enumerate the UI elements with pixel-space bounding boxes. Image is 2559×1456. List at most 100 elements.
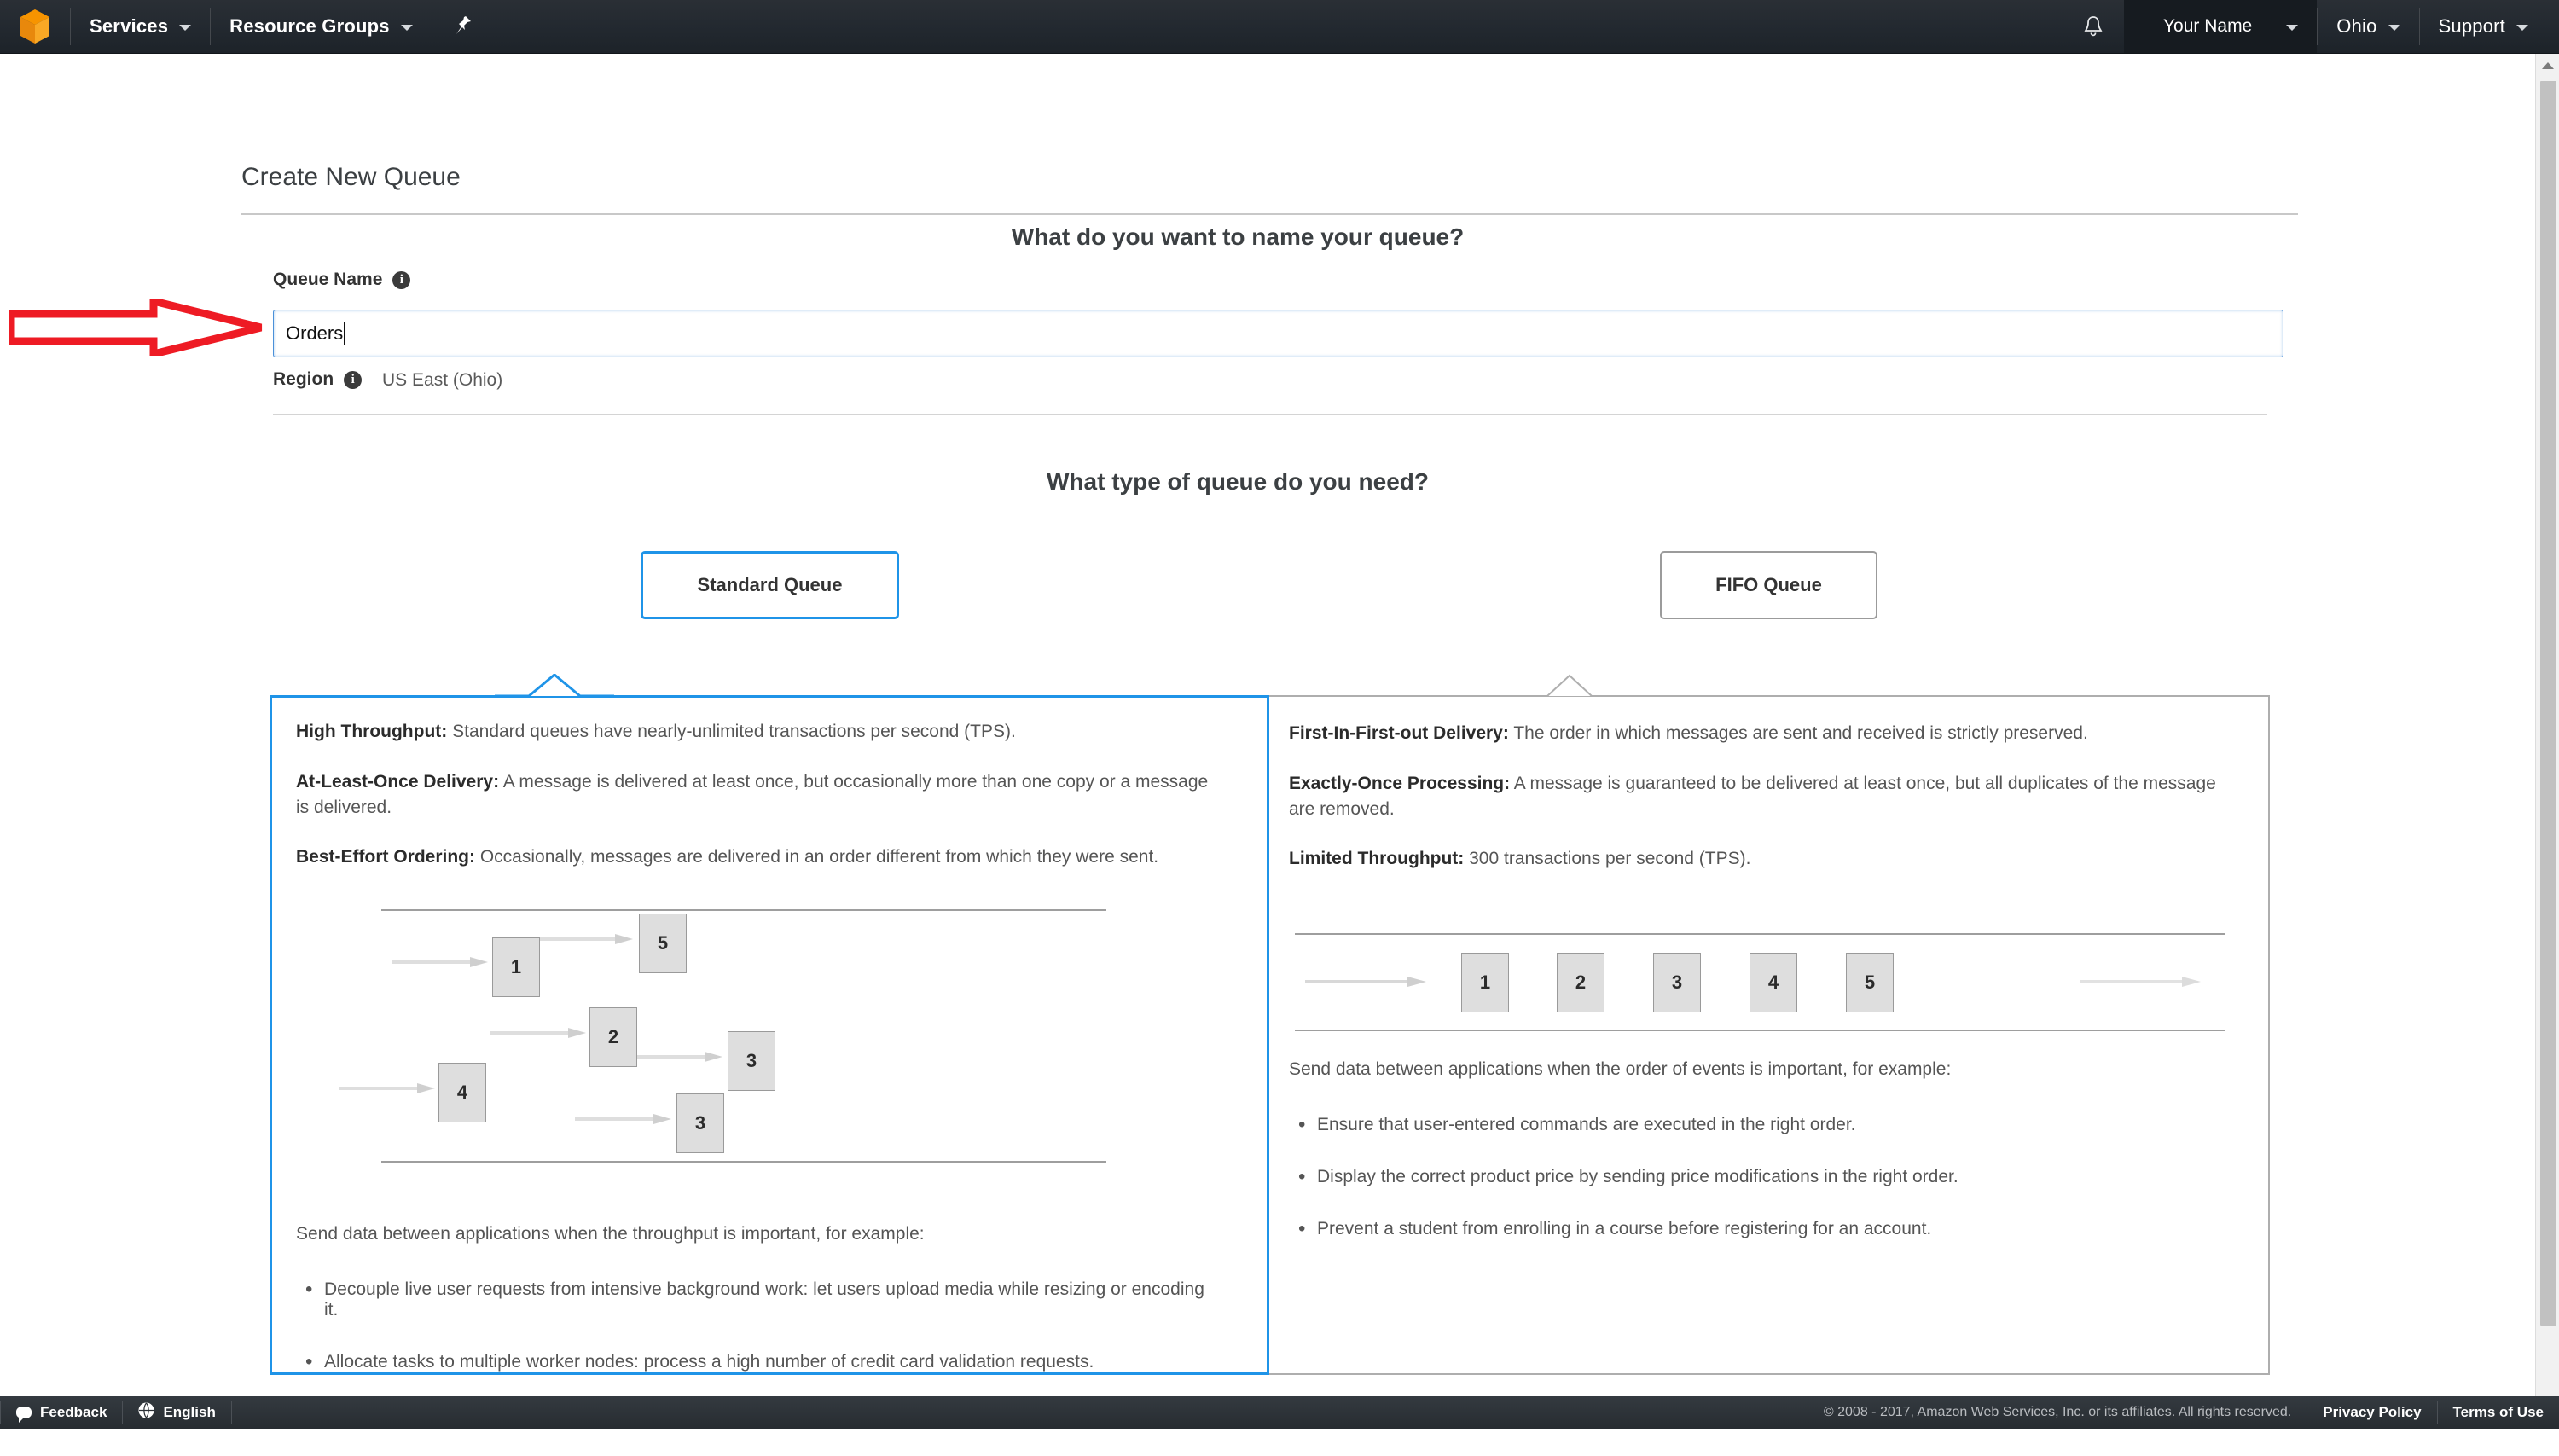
nav-support-menu[interactable]: Support (2420, 0, 2547, 53)
region-label-text: Region (273, 369, 334, 389)
fifo-box-2: 3 (1653, 953, 1701, 1012)
standard-feature-2-term: Best-Effort Ordering: (296, 847, 475, 867)
fifo-feature-1-term: Exactly-Once Processing: (1289, 774, 1511, 793)
nav-region-label: Ohio (2336, 15, 2377, 37)
queue-type-panels: First-In-First-out Delivery: The order i… (270, 674, 2270, 1426)
fifo-feature-1: Exactly-Once Processing: A message is gu… (1289, 774, 2216, 819)
chevron-down-icon (2516, 25, 2528, 31)
nav-region-menu[interactable]: Ohio (2318, 0, 2418, 53)
standard-box-0: 1 (492, 937, 540, 997)
standard-panel-notch (495, 674, 614, 698)
diagram-bottom-line (1295, 1030, 2225, 1031)
top-navigation-bar: Services Resource Groups Your Name Ohio (0, 0, 2559, 54)
aws-cube-logo[interactable] (0, 0, 70, 53)
standard-box-2: 2 (589, 1007, 637, 1067)
standard-box-3: 3 (728, 1031, 775, 1091)
fifo-box-4: 5 (1846, 953, 1894, 1012)
list-item: Decouple live user requests from intensi… (302, 1278, 1223, 1320)
nav-resource-groups-label: Resource Groups (229, 15, 390, 37)
fifo-queue-diagram: 1 2 3 4 5 (1286, 933, 2237, 1031)
fifo-lead-text: Send data between applications when the … (1289, 1059, 1952, 1079)
feedback-label: Feedback (40, 1404, 107, 1420)
terms-of-use-link[interactable]: Terms of Use (2438, 1396, 2559, 1429)
fifo-box-0: 1 (1461, 953, 1509, 1012)
language-label: English (163, 1404, 216, 1420)
page-footer: Feedback English © 2008 - 2017, Amazon W… (0, 1396, 2559, 1429)
arrow-icon (537, 934, 633, 944)
queue-name-input[interactable]: Orders (273, 310, 2283, 357)
nav-services-label: Services (90, 15, 169, 37)
red-arrow-pointing-right (6, 296, 264, 360)
fifo-panel-notch (1515, 674, 1626, 697)
fifo-feature-0-term: First-In-First-out Delivery: (1289, 723, 1509, 743)
queue-name-label-text: Queue Name (273, 270, 383, 289)
region-label: Region i (273, 369, 363, 390)
standard-feature-0: High Throughput: Standard queues have ne… (296, 722, 1016, 741)
fifo-queue-button-label: FIFO Queue (1715, 574, 1822, 595)
standard-feature-2: Best-Effort Ordering: Occasionally, mess… (296, 847, 1159, 867)
section-heading-queue-type: What type of queue do you need? (1047, 468, 1429, 495)
title-divider (241, 213, 2298, 215)
list-item: Display the correct product price by sen… (1295, 1165, 2225, 1189)
queue-name-value: Orders (286, 322, 344, 344)
chevron-down-icon (2286, 25, 2299, 31)
standard-queue-button-label: Standard Queue (697, 574, 843, 595)
page-scrollbar[interactable] (2535, 54, 2559, 1429)
fifo-queue-panel: First-In-First-out Delivery: The order i… (1268, 695, 2270, 1375)
standard-queue-button[interactable]: Standard Queue (641, 551, 899, 619)
arrow-icon (339, 1083, 435, 1093)
page-content: Create New Queue What do you want to nam… (0, 54, 2535, 1426)
info-icon[interactable]: i (344, 370, 363, 389)
scrollbar-thumb[interactable] (2540, 81, 2556, 1326)
section-divider (273, 414, 2267, 415)
bell-icon[interactable] (2063, 0, 2124, 53)
fifo-box-3: 4 (1750, 953, 1797, 1012)
arrow-icon (626, 1052, 722, 1062)
arrow-icon (490, 1028, 586, 1038)
standard-feature-1-term: At-Least-Once Delivery: (296, 772, 500, 792)
language-button[interactable]: English (123, 1396, 230, 1429)
fifo-feature-0: First-In-First-out Delivery: The order i… (1289, 723, 2088, 743)
text-cursor (344, 322, 346, 345)
nav-resource-groups[interactable]: Resource Groups (211, 0, 432, 53)
chevron-down-icon (2388, 25, 2400, 31)
list-item: Allocate tasks to multiple worker nodes:… (302, 1350, 1223, 1374)
privacy-policy-link[interactable]: Privacy Policy (2307, 1396, 2436, 1429)
standard-feature-0-term: High Throughput: (296, 722, 448, 741)
fifo-feature-2: Limited Throughput: 300 transactions per… (1289, 849, 1751, 868)
queue-name-label: Queue Name i (273, 270, 411, 290)
feedback-button[interactable]: Feedback (1, 1396, 122, 1429)
nav-support-label: Support (2438, 15, 2505, 37)
diagram-bottom-line (381, 1161, 1106, 1163)
fifo-feature-2-term: Limited Throughput: (1289, 849, 1465, 868)
nav-account-label: Your Name (2162, 16, 2253, 36)
diagram-top-line (381, 909, 1106, 911)
arrow-out-icon (2080, 977, 2201, 987)
nav-account-menu[interactable]: Your Name (2123, 0, 2318, 53)
list-item: Ensure that user-entered commands are ex… (1295, 1113, 2225, 1137)
standard-feature-1: At-Least-Once Delivery: A message is del… (296, 772, 1209, 817)
standard-box-5: 3 (676, 1093, 724, 1153)
standard-queue-diagram: 1 5 2 3 4 3 (339, 909, 1151, 1165)
fifo-queue-button[interactable]: FIFO Queue (1660, 551, 1877, 619)
pin-icon[interactable] (432, 0, 494, 53)
standard-queue-panel: High Throughput: Standard queues have ne… (270, 695, 1269, 1426)
diagram-top-line (1295, 933, 2225, 935)
fifo-bullet-list: Ensure that user-entered commands are ex… (1295, 1113, 2225, 1271)
footer-right-group: © 2008 - 2017, Amazon Web Services, Inc.… (1808, 1396, 2559, 1429)
arrow-in-icon (1305, 977, 1426, 987)
standard-box-1: 5 (639, 914, 687, 973)
scroll-up-arrow-icon[interactable] (2536, 54, 2559, 78)
standard-lead-text: Send data between applications when the … (296, 1224, 925, 1244)
footer-divider (230, 1401, 232, 1424)
page-title: Create New Queue (241, 163, 461, 191)
arrow-icon (392, 957, 488, 967)
info-icon[interactable]: i (392, 270, 411, 289)
top-nav-right-group: Your Name Ohio Support (2063, 0, 2559, 53)
copyright-text: © 2008 - 2017, Amazon Web Services, Inc.… (1823, 1405, 2292, 1419)
region-value: US East (Ohio) (382, 370, 503, 390)
standard-box-4: 4 (438, 1063, 486, 1122)
chevron-down-icon (179, 25, 192, 31)
nav-services[interactable]: Services (71, 0, 210, 53)
standard-bullet-list: Decouple live user requests from intensi… (302, 1278, 1223, 1456)
